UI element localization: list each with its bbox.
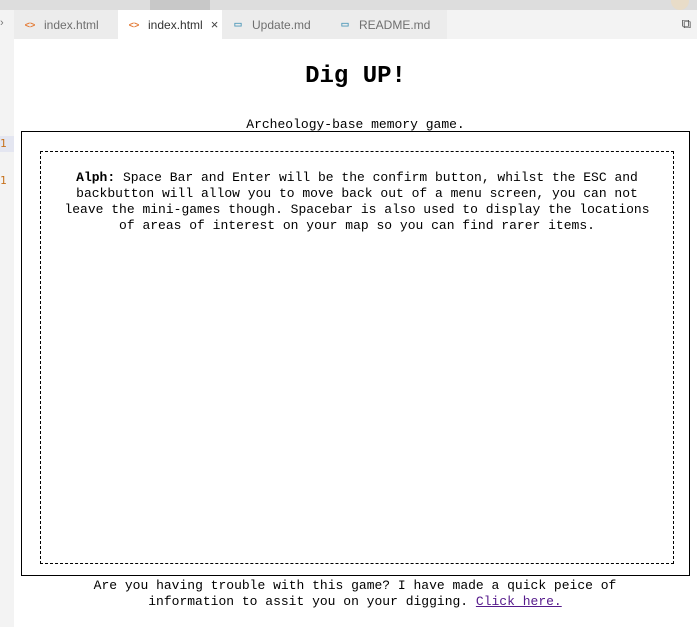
editor-gutter: › 1 1 [0,10,14,627]
speaker-name: Alph: [76,170,116,185]
tab-label: index.html [148,17,203,32]
markdown-file-icon: ▭ [340,19,350,29]
markdown-file-icon: ▭ [233,19,243,29]
gutter-chevron-icon[interactable]: › [0,17,4,29]
tab-readme-md[interactable]: ▭ README.md [329,10,447,39]
page-subtitle: Archeology-base memory game. [246,117,465,132]
tab-label: Update.md [252,17,311,32]
window-title-strip [0,0,697,10]
tab-update-md[interactable]: ▭ Update.md [222,10,329,39]
instructions-text: Alph: Space Bar and Enter will be the co… [60,170,654,234]
account-avatar[interactable] [671,0,689,10]
help-link[interactable]: Click here. [476,594,562,609]
editor-tab-bar: <> index.html <> index.html × ▭ Update.m… [14,10,697,39]
tab-index-html-1[interactable]: <> index.html [14,10,118,39]
html-file-icon: <> [24,19,36,30]
tab-index-html-active[interactable]: <> index.html × [118,10,222,39]
gutter-marker: 1 [0,137,7,150]
html-file-icon: <> [128,19,140,30]
instructions-body: Space Bar and Enter will be the confirm … [64,170,650,233]
tab-label: index.html [44,17,99,32]
title-strip-highlight [150,0,210,10]
help-footer: Are you having trouble with this game? I… [55,578,655,610]
close-tab-icon[interactable]: × [211,17,219,32]
open-preview-icon[interactable]: ⧉ [682,16,691,32]
gutter-marker: 1 [0,174,7,187]
tab-label: README.md [359,17,431,32]
page-title: Dig UP! [305,63,406,90]
